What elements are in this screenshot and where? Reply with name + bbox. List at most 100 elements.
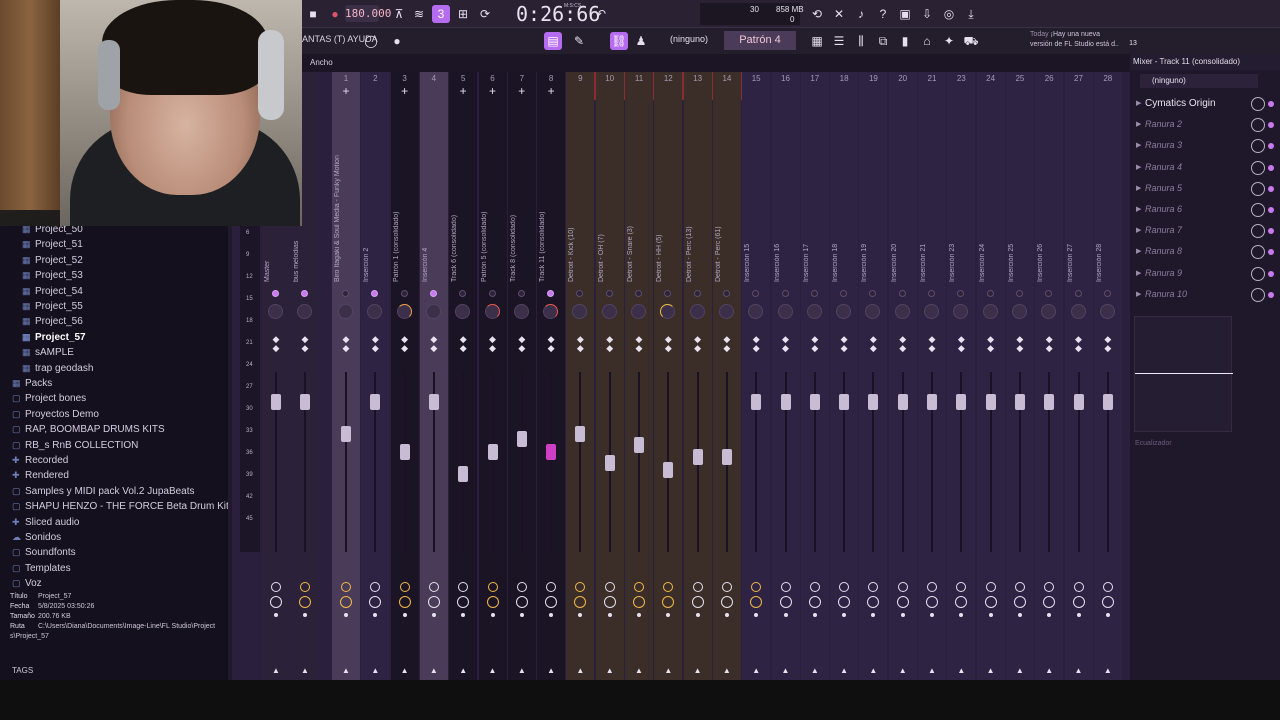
route-dot[interactable] — [637, 613, 641, 617]
route-dot[interactable] — [549, 613, 554, 617]
effect-slot[interactable]: ▶ Ranura 9 — [1135, 264, 1275, 284]
expand-arrow-icon[interactable]: ▶ — [1136, 99, 1141, 107]
undo-icon[interactable]: ↶ — [592, 5, 610, 23]
browser-item[interactable]: ▢ Project bones — [12, 391, 86, 406]
effect-slot[interactable]: ▶ Cymatics Origin — [1135, 94, 1275, 114]
route-dot[interactable] — [724, 613, 729, 617]
input-jack-icon[interactable] — [516, 582, 527, 592]
output-jack-icon[interactable] — [603, 596, 616, 608]
browser-item[interactable]: ▦ sAMPLE — [22, 345, 74, 360]
mix-knob-icon[interactable] — [1251, 181, 1265, 196]
stereo-arrows-icon[interactable]: ◆ ◆ — [889, 335, 917, 353]
route-dot[interactable] — [930, 613, 934, 617]
mix-knob-icon[interactable] — [1251, 245, 1265, 260]
track-name[interactable]: Inserción 24 — [979, 102, 1003, 282]
pan-knob[interactable] — [953, 304, 969, 319]
output-jack-icon[interactable] — [808, 596, 821, 608]
pan-knob[interactable] — [748, 304, 764, 319]
add-icon[interactable]: + — [332, 84, 360, 98]
stereo-arrows-icon[interactable]: ◆ ◆ — [508, 335, 536, 353]
send-led[interactable] — [1045, 290, 1053, 297]
track-name[interactable]: Detroit - Perc (13) — [686, 102, 710, 282]
output-jack-icon[interactable] — [1013, 596, 1026, 608]
input-jack-icon[interactable] — [1014, 582, 1025, 592]
plugin-icon[interactable]: ⌂ — [918, 32, 936, 50]
browser-item[interactable]: ▦ trap geodash — [22, 361, 93, 376]
stereo-arrows-icon[interactable]: ◆ ◆ — [566, 335, 594, 353]
browser-item[interactable]: ▢ Proyectos Demo — [12, 407, 99, 422]
browser-item[interactable]: ▦ Project_51 — [22, 237, 83, 252]
effect-slot[interactable]: ▶ Ranura 7 — [1135, 221, 1275, 241]
route-arrow-icon[interactable]: ▲ — [508, 666, 536, 675]
route-arrow-icon[interactable]: ▲ — [889, 666, 917, 675]
stereo-arrows-icon[interactable]: ◆ ◆ — [262, 335, 290, 353]
route-arrow-icon[interactable]: ▲ — [361, 666, 389, 675]
volume-fader[interactable] — [271, 393, 281, 410]
stereo-arrows-icon[interactable]: ◆ ◆ — [713, 335, 741, 353]
track-name[interactable]: Track 11 (consolidado) — [539, 102, 563, 282]
input-jack-icon[interactable] — [604, 582, 615, 592]
pan-knob[interactable] — [1099, 304, 1115, 319]
browser-item[interactable]: ▢ RAP, BOOMBAP DRUMS KITS — [12, 422, 165, 437]
expand-arrow-icon[interactable]: ▶ — [1136, 226, 1141, 234]
input-jack-icon[interactable] — [692, 582, 703, 592]
route-dot[interactable] — [1105, 613, 1110, 617]
shop-icon[interactable]: ⛟ — [962, 32, 980, 50]
pan-knob[interactable] — [660, 304, 676, 319]
volume-fader[interactable] — [487, 444, 498, 460]
output-jack-icon[interactable] — [750, 596, 763, 608]
volume-fader[interactable] — [428, 393, 439, 410]
route-dot[interactable] — [959, 613, 964, 617]
playlist-icon[interactable]: ▤ — [544, 32, 562, 50]
input-jack-icon[interactable] — [897, 582, 908, 592]
route-dot[interactable] — [812, 613, 817, 617]
stereo-arrows-icon[interactable]: ◆ ◆ — [537, 335, 565, 353]
browser-item[interactable]: ▦ Project_54 — [22, 284, 83, 299]
output-jack-icon[interactable] — [369, 596, 382, 608]
stereo-arrows-icon[interactable]: ◆ ◆ — [859, 335, 887, 353]
output-jack-icon[interactable] — [457, 596, 470, 608]
route-dot[interactable] — [1017, 613, 1022, 617]
send-led[interactable] — [722, 290, 730, 297]
route-arrow-icon[interactable]: ▲ — [596, 666, 624, 675]
stereo-arrows-icon[interactable]: ◆ ◆ — [742, 335, 770, 353]
route-dot[interactable] — [1047, 613, 1052, 617]
track-name[interactable]: Detroit - HH (5) — [656, 102, 680, 282]
route-arrow-icon[interactable]: ▲ — [332, 666, 360, 675]
input-jack-icon[interactable] — [780, 582, 791, 592]
eq-display[interactable] — [1134, 316, 1233, 432]
output-jack-icon[interactable] — [1072, 596, 1085, 608]
volume-fader[interactable] — [458, 465, 469, 482]
stereo-arrows-icon[interactable]: ◆ ◆ — [918, 335, 946, 353]
volume-fader[interactable] — [1044, 393, 1055, 410]
slot-enable-led[interactable] — [1268, 143, 1274, 150]
browser-item[interactable]: ▢ Soundfonts — [12, 545, 76, 560]
news-panel[interactable]: Today ¡Hay una nueva versión de FL Studi… — [1030, 30, 1130, 50]
output-jack-icon[interactable] — [427, 596, 440, 608]
slot-enable-led[interactable] — [1268, 185, 1274, 192]
route-arrow-icon[interactable]: ▲ — [1065, 666, 1093, 675]
route-dot[interactable] — [402, 613, 407, 617]
input-jack-icon[interactable] — [546, 582, 557, 592]
send-led[interactable] — [301, 290, 308, 297]
route-dot[interactable] — [461, 613, 466, 617]
pan-knob[interactable] — [1041, 304, 1057, 319]
pan-knob[interactable] — [455, 304, 471, 319]
output-jack-icon[interactable] — [984, 596, 997, 608]
input-jack-icon[interactable] — [399, 582, 410, 592]
browser-item[interactable]: ✚ Sliced audio — [12, 515, 79, 530]
browser-item[interactable]: ▢ RB_s RnB COLLECTION — [12, 438, 138, 453]
output-jack-icon[interactable] — [720, 596, 733, 608]
slot-enable-led[interactable] — [1268, 122, 1274, 129]
route-arrow-icon[interactable]: ▲ — [977, 666, 1005, 675]
send-led[interactable] — [635, 290, 642, 297]
send-led[interactable] — [429, 290, 437, 297]
pan-knob[interactable] — [924, 304, 939, 319]
route-arrow-icon[interactable]: ▲ — [391, 666, 419, 675]
add-icon[interactable]: + — [537, 84, 565, 98]
track-name[interactable]: Inserción 19 — [861, 102, 885, 282]
track-name[interactable]: Inserción 17 — [803, 102, 827, 282]
slot-enable-led[interactable] — [1268, 101, 1274, 107]
slot-enable-led[interactable] — [1268, 228, 1274, 235]
countdown-icon[interactable]: 3 — [432, 5, 450, 23]
